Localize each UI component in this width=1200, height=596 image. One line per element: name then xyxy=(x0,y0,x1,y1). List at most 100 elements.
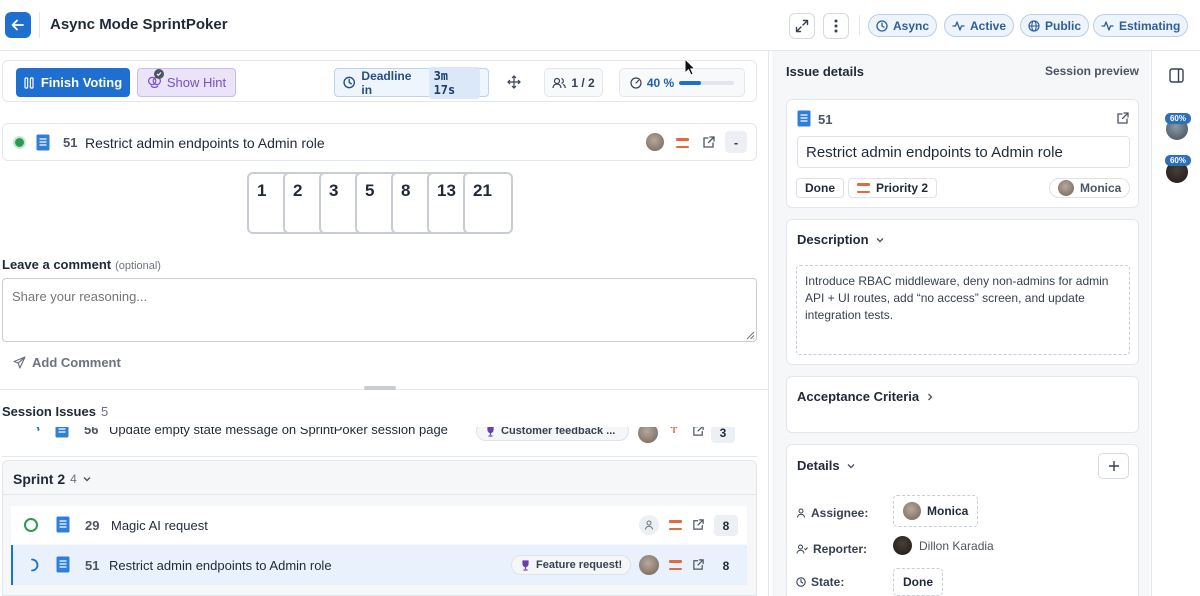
acceptance-criteria-card: Acceptance Criteria xyxy=(786,376,1139,433)
details-toggle[interactable]: Details xyxy=(797,458,856,473)
visibility-public-pill[interactable]: Public xyxy=(1020,14,1090,37)
move-arrows-icon xyxy=(507,75,521,89)
pill-label: Active xyxy=(970,18,1007,33)
priority-icon xyxy=(670,427,678,433)
external-link-icon[interactable] xyxy=(692,518,705,531)
owner-chip[interactable]: Monica xyxy=(1049,178,1131,198)
status-active-pill[interactable]: Active xyxy=(944,14,1015,37)
external-link-icon[interactable] xyxy=(1116,111,1130,125)
status-badge[interactable]: Done xyxy=(796,178,844,198)
chevron-down-icon xyxy=(83,477,91,482)
current-issue-row[interactable]: 51 Restrict admin endpoints to Admin rol… xyxy=(2,123,757,161)
unassigned-avatar[interactable] xyxy=(639,515,659,535)
arrow-left-icon xyxy=(11,19,24,31)
back-button[interactable] xyxy=(5,12,31,38)
resize-handle[interactable] xyxy=(364,386,396,390)
list-item[interactable]: 29 Magic AI request 8 xyxy=(11,506,747,544)
plus-icon xyxy=(1108,461,1119,471)
session-issues-count: 5 xyxy=(100,404,109,419)
priority-icon xyxy=(669,520,682,530)
reporter-field[interactable]: Dillon Karadia xyxy=(893,536,994,555)
fullscreen-button[interactable] xyxy=(789,13,815,39)
move-handle[interactable] xyxy=(505,73,523,91)
priority-label: Priority 2 xyxy=(876,181,929,195)
progress-bar xyxy=(679,80,735,85)
in-progress-icon xyxy=(36,427,40,431)
trophy-icon xyxy=(487,427,494,437)
document-icon xyxy=(36,134,50,151)
panel-divider[interactable] xyxy=(768,51,769,596)
finish-voting-button[interactable]: Finish Voting xyxy=(16,68,130,97)
session-preview-link[interactable]: Session preview xyxy=(1045,64,1139,78)
issue-list-scroll[interactable]: 56 Update empty state message on SprintP… xyxy=(2,427,757,457)
sprint-toggle[interactable]: Sprint 2 4 xyxy=(13,471,92,487)
trophy-icon xyxy=(522,559,529,571)
estimate-value: 3 xyxy=(711,427,735,443)
mode-async-pill[interactable]: Async xyxy=(868,14,938,37)
description-text[interactable]: Introduce RBAC middleware, deny non-admi… xyxy=(796,265,1130,355)
external-link-icon[interactable] xyxy=(702,135,716,149)
sprint-count: 4 xyxy=(70,472,77,486)
avatar xyxy=(646,133,664,151)
expand-icon xyxy=(795,19,809,33)
issue-number: 56 xyxy=(84,427,99,437)
issue-title-input[interactable]: Restrict admin endpoints to Admin role xyxy=(797,136,1130,168)
details-header: Details xyxy=(797,458,840,473)
issue-number: 29 xyxy=(85,518,100,533)
gauge-icon xyxy=(630,76,642,89)
deadline-time: 3m 17s xyxy=(428,66,480,99)
assignee-field[interactable]: Monica xyxy=(893,495,979,527)
issue-size-button[interactable]: - xyxy=(725,131,747,153)
add-comment-button[interactable]: Add Comment xyxy=(13,355,121,370)
panel-toggle-icon[interactable] xyxy=(1169,68,1184,83)
description-toggle[interactable]: Description xyxy=(797,232,885,247)
more-options-button[interactable] xyxy=(823,13,849,39)
issue-tag: Feature request! xyxy=(511,555,632,575)
issue-tag: Customer feedback ... xyxy=(476,427,629,441)
progress-fill xyxy=(679,80,702,85)
clock-icon xyxy=(796,577,806,587)
brain-icon xyxy=(147,69,164,90)
pill-label: Estimating xyxy=(1119,18,1181,33)
list-item[interactable]: 56 Update empty state message on SprintP… xyxy=(2,427,757,445)
estimate-card-21[interactable]: 21 xyxy=(463,172,513,234)
status-open-icon xyxy=(24,518,38,532)
external-link-icon[interactable] xyxy=(692,427,705,437)
sprint-group: Sprint 2 4 29 Magic AI request 8 51 Rest… xyxy=(2,460,757,596)
priority-badge[interactable]: Priority 2 xyxy=(848,178,938,198)
clock-icon xyxy=(343,76,356,89)
issue-title[interactable]: Restrict admin endpoints to Admin role xyxy=(85,135,325,151)
list-item-selected[interactable]: 51 Restrict admin endpoints to Admin rol… xyxy=(11,545,747,585)
participant-progress-badge: 60% xyxy=(1165,155,1191,166)
document-icon xyxy=(56,516,70,533)
session-issues-title: Session Issues 5 xyxy=(2,404,108,419)
pill-label: Public xyxy=(1045,18,1082,33)
reporter-value: Dillon Karadia xyxy=(919,538,994,553)
session-issues-label: Session Issues xyxy=(2,404,96,419)
state-label: State: xyxy=(796,575,844,589)
reporter-label: Reporter: xyxy=(796,542,867,556)
state-field[interactable]: Done xyxy=(893,568,943,596)
tag-label: Customer feedback ... xyxy=(501,427,616,437)
phase-estimating-pill[interactable]: Estimating xyxy=(1093,14,1189,37)
participants-count: 1 / 2 xyxy=(544,68,603,97)
avatar xyxy=(1058,180,1074,196)
assignee-label: Assignee: xyxy=(796,506,868,520)
issue-number: 51 xyxy=(818,112,833,127)
resize-grip-icon[interactable] xyxy=(746,331,755,340)
header-divider xyxy=(39,12,40,38)
header-divider xyxy=(859,15,860,35)
show-hint-button[interactable]: Show Hint xyxy=(137,68,236,97)
deadline-timer: Deadline in 3m 17s xyxy=(334,66,489,99)
comment-textarea[interactable] xyxy=(2,278,757,342)
right-rail: 60% 60% xyxy=(1151,51,1200,596)
avatar xyxy=(638,427,658,443)
issue-summary-card: 51 Restrict admin endpoints to Admin rol… xyxy=(786,99,1139,208)
issue-title: Update empty state message on SprintPoke… xyxy=(109,427,448,437)
avatar xyxy=(903,502,921,520)
add-field-button[interactable] xyxy=(1098,453,1129,479)
acceptance-toggle[interactable]: Acceptance Criteria xyxy=(797,389,935,404)
pause-icon xyxy=(24,76,34,89)
priority-icon xyxy=(676,138,689,148)
external-link-icon[interactable] xyxy=(692,558,705,571)
